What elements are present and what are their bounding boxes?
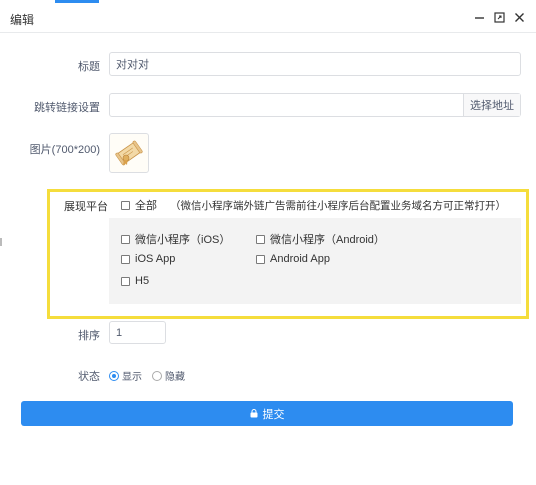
status-label: 状态 (78, 371, 100, 383)
platform-label-wechat-android: 微信小程序（Android） (270, 234, 385, 246)
radio-dot[interactable] (152, 370, 162, 381)
dialog-header: 编辑 (0, 3, 536, 33)
submit-button[interactable]: 提交 (21, 401, 513, 426)
sort-label: 排序 (78, 330, 100, 342)
platform-checkbox-h5[interactable]: H5 (121, 275, 149, 287)
platform-checkbox-android-app[interactable]: Android App (256, 253, 330, 265)
checkbox-box[interactable] (121, 276, 130, 286)
checkbox-box[interactable] (121, 200, 130, 210)
close-icon[interactable] (512, 9, 526, 25)
link-input-group: 选择地址 (109, 93, 521, 117)
select-all-checkbox[interactable]: 全部 （微信小程序端外链广告需前往小程序后台配置业务域名方可正常打开） (121, 197, 506, 213)
image-label: 图片(700*200) (29, 144, 100, 156)
link-label: 跳转链接设置 (34, 102, 100, 114)
checkbox-box[interactable] (256, 234, 265, 244)
title-input[interactable] (109, 52, 521, 76)
left-edge-marker (0, 238, 2, 246)
platform-label-android-app: Android App (270, 253, 330, 265)
select-address-button[interactable]: 选择地址 (463, 94, 520, 116)
minimize-icon[interactable] (472, 9, 486, 25)
checkbox-box[interactable] (121, 234, 130, 244)
link-input[interactable] (110, 93, 464, 117)
sort-input[interactable] (109, 321, 166, 344)
image-upload[interactable] (109, 133, 149, 173)
checkbox-box[interactable] (121, 254, 130, 264)
select-all-label: 全部 (135, 200, 157, 212)
window-controls (472, 9, 526, 25)
platform-label-ios-app: iOS App (135, 253, 176, 265)
radio-dot[interactable] (109, 370, 119, 381)
platform-label-wechat-ios: 微信小程序（iOS） (135, 234, 231, 246)
maximize-icon[interactable] (492, 9, 506, 25)
platform-label: 展现平台 (64, 201, 108, 213)
lock-icon (250, 409, 257, 418)
status-hide-label: 隐藏 (165, 372, 185, 383)
certificate-image-icon (115, 140, 143, 166)
dialog-title: 编辑 (10, 13, 35, 27)
select-all-hint: （微信小程序端外链广告需前往小程序后台配置业务域名方可正常打开） (170, 199, 506, 212)
platform-checkbox-wechat-android[interactable]: 微信小程序（Android） (256, 231, 385, 247)
platform-checkbox-wechat-ios[interactable]: 微信小程序（iOS） (121, 231, 230, 247)
platform-label-h5: H5 (135, 275, 150, 287)
status-show-label: 显示 (122, 372, 142, 383)
status-hide-radio[interactable]: 隐藏 (152, 368, 185, 383)
checkbox-box[interactable] (256, 254, 265, 264)
status-show-radio[interactable]: 显示 (109, 368, 142, 383)
platform-checkbox-ios-app[interactable]: iOS App (121, 253, 175, 265)
submit-label: 提交 (262, 408, 285, 421)
title-label: 标题 (78, 61, 100, 73)
status-radio-group: 显示 隐藏 (109, 368, 191, 383)
